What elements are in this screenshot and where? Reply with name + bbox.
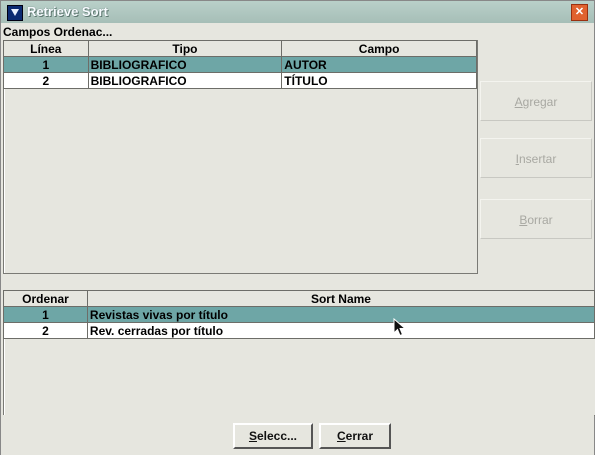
retrieve-sort-dialog: Retrieve Sort ✕ Campos Ordenac... Línea … (0, 0, 595, 455)
table-row[interactable]: 2 BIBLIOGRAFICO TÍTULO (3, 72, 477, 89)
column-header-campo[interactable]: Campo (281, 40, 477, 57)
linea-cell: 2 (3, 72, 89, 89)
tipo-cell: BIBLIOGRAFICO (87, 56, 283, 73)
table-row[interactable]: 2 Rev. cerradas por título (3, 322, 595, 339)
ordenar-cell: 2 (3, 322, 88, 339)
button-bar: Selecc... Cerrar (1, 415, 594, 455)
tipo-cell: BIBLIOGRAFICO (87, 72, 283, 89)
window-title: Retrieve Sort (27, 4, 108, 19)
table-row[interactable]: 1 Revistas vivas por título (3, 306, 595, 323)
insertar-label: nsertar (518, 152, 557, 166)
insertar-button[interactable]: Insertar (480, 138, 592, 178)
close-icon[interactable]: ✕ (571, 4, 588, 21)
sort-table: Ordenar Sort Name 1 Revistas vivas por t… (3, 290, 595, 339)
column-header-tipo[interactable]: Tipo (87, 40, 283, 57)
select-button[interactable]: Selecc... (233, 423, 313, 449)
mouse-pointer-icon (393, 318, 407, 337)
campo-cell: TÍTULO (281, 72, 477, 89)
column-header-ordenar[interactable]: Ordenar (3, 290, 88, 307)
app-icon (7, 5, 23, 21)
ordenar-cell: 1 (3, 306, 88, 323)
agregar-button[interactable]: Agregar (480, 81, 592, 121)
close-label: errar (345, 429, 374, 443)
column-header-linea[interactable]: Línea (3, 40, 89, 57)
campo-cell: AUTOR (281, 56, 477, 73)
campos-table: Línea Tipo Campo 1 BIBLIOGRAFICO AUTOR 2… (3, 40, 477, 89)
campos-ordenac-label: Campos Ordenac... (3, 25, 113, 39)
column-header-sort-name[interactable]: Sort Name (86, 290, 595, 307)
linea-cell: 1 (3, 56, 89, 73)
select-label: elecc... (256, 429, 298, 443)
close-button[interactable]: Cerrar (319, 423, 391, 449)
table-row[interactable]: 1 BIBLIOGRAFICO AUTOR (3, 56, 477, 73)
title-bar[interactable]: Retrieve Sort ✕ (1, 1, 594, 23)
borrar-button[interactable]: Borrar (480, 199, 592, 239)
borrar-label: orrar (527, 213, 553, 227)
agregar-label: gregar (522, 95, 558, 109)
sort-name-cell: Revistas vivas por título (86, 306, 595, 323)
sort-name-cell: Rev. cerradas por título (86, 322, 595, 339)
